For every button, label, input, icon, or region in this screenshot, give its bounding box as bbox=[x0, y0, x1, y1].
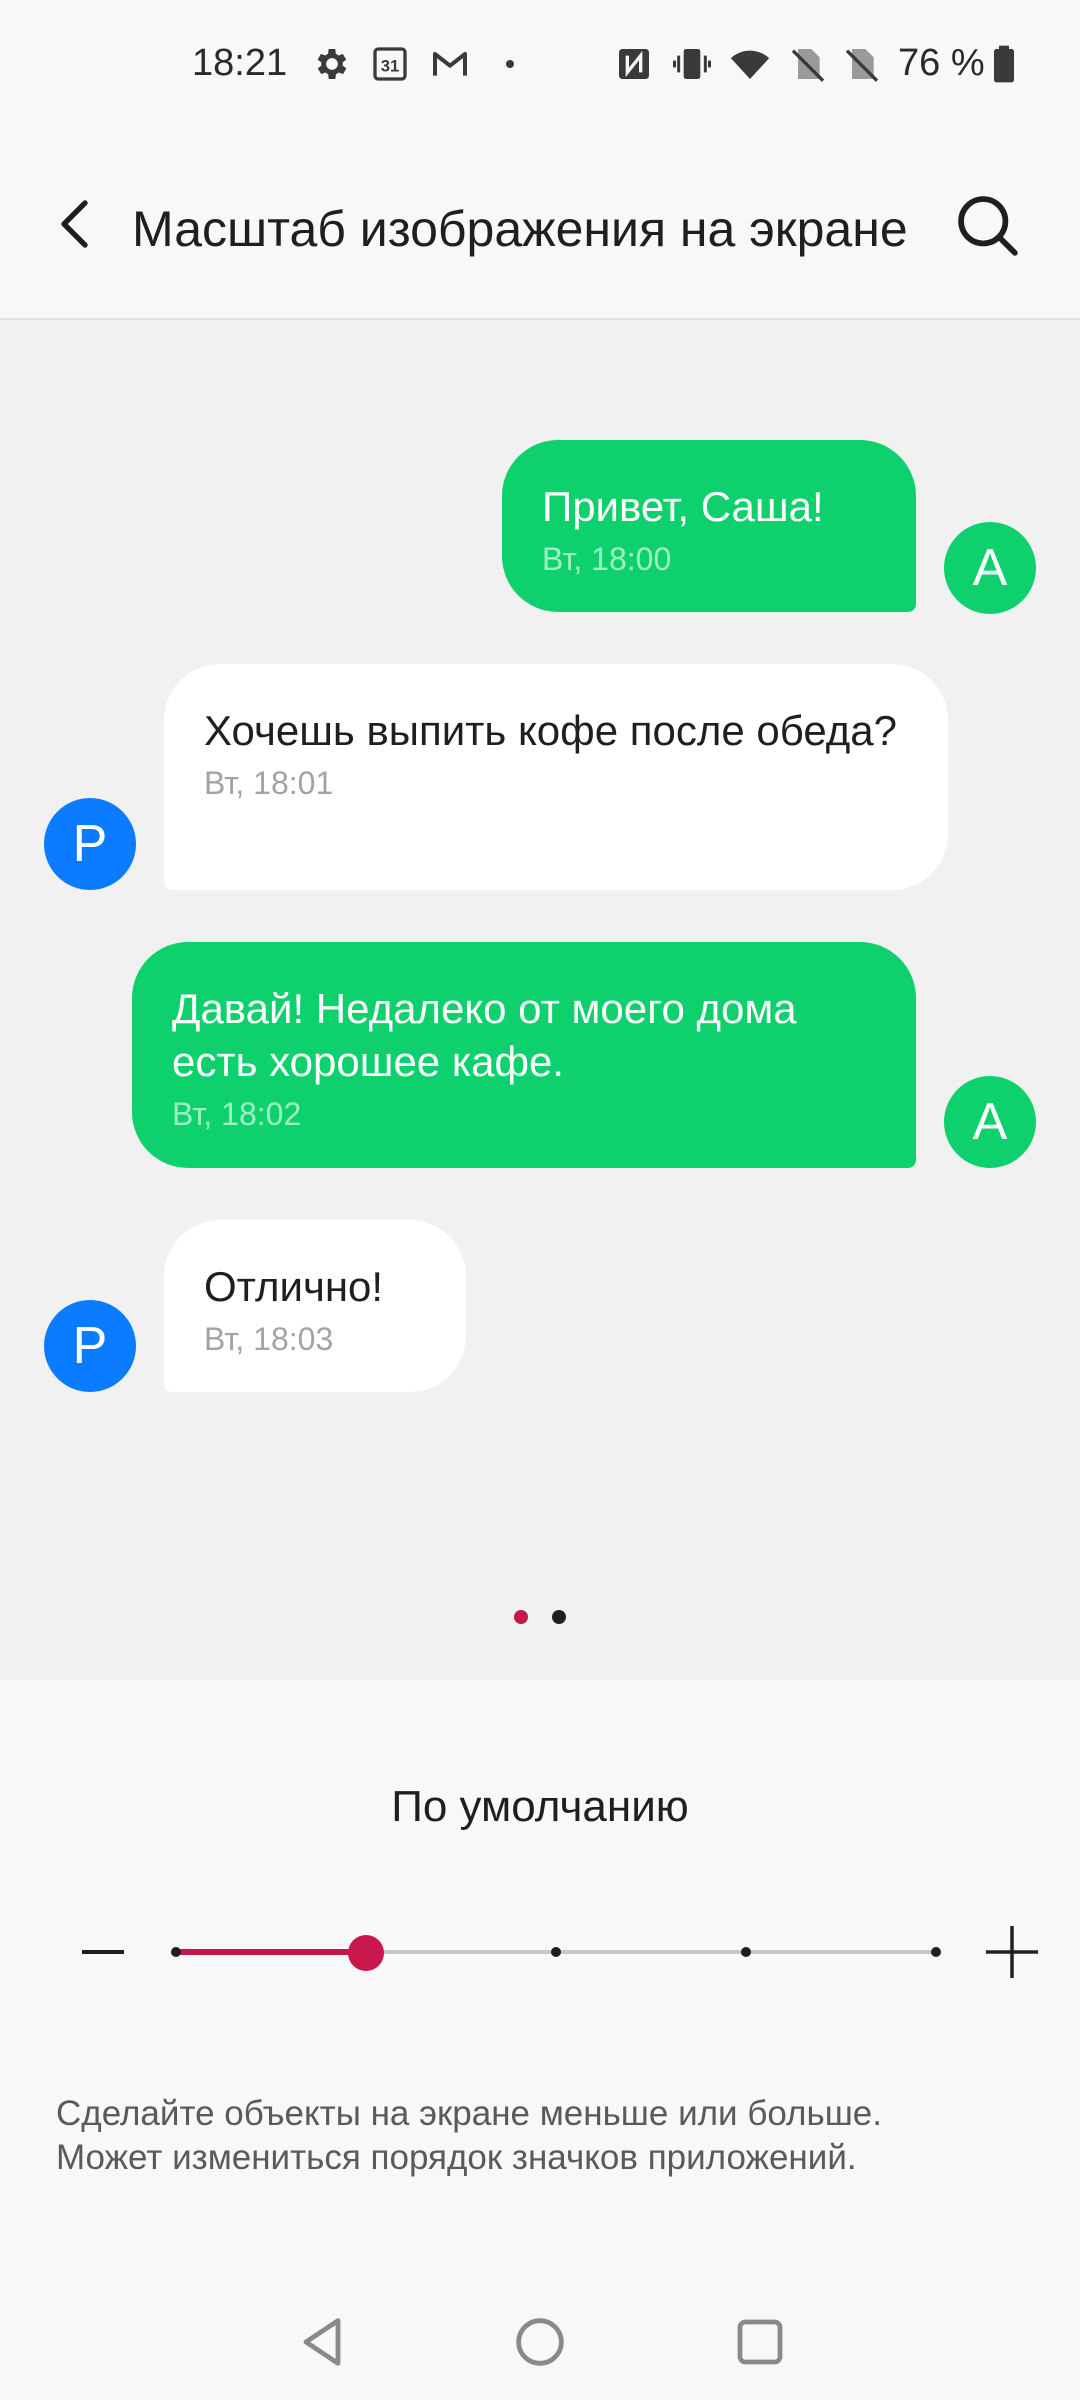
page-title: Масштаб изображения на экране bbox=[132, 201, 908, 257]
message-bubble-incoming: Отлично! Вт, 18:03 bbox=[164, 1220, 466, 1392]
nav-home-icon[interactable] bbox=[508, 2310, 572, 2374]
avatar: P bbox=[44, 1300, 136, 1392]
slider-tick[interactable] bbox=[171, 1947, 181, 1957]
nfc-icon bbox=[619, 49, 649, 79]
description-line: Сделайте объекты на экране меньше или бо… bbox=[56, 2094, 882, 2133]
no-sim-icon bbox=[791, 49, 825, 82]
no-sim-icon bbox=[845, 49, 879, 82]
message-text: Отлично! bbox=[204, 1263, 384, 1310]
back-arrow-icon[interactable] bbox=[40, 188, 112, 260]
vibrate-icon bbox=[673, 49, 711, 79]
app-bar: Масштаб изображения на экране bbox=[0, 130, 1080, 320]
size-level-label: По умолчанию bbox=[391, 1782, 689, 1831]
battery-percent: 76 % bbox=[898, 42, 985, 84]
message-bubble-outgoing: Привет, Саша! Вт, 18:00 bbox=[502, 440, 916, 612]
dot-icon bbox=[506, 60, 514, 68]
description-line: Может измениться порядок значков приложе… bbox=[56, 2138, 857, 2177]
message-text: Хочешь выпить кофе после обеда? bbox=[204, 707, 897, 754]
preview-area[interactable]: Привет, Саша! Вт, 18:00 A Хочешь выпить … bbox=[0, 320, 1080, 1680]
plus-icon[interactable] bbox=[982, 1922, 1042, 1982]
navigation-bar bbox=[0, 2280, 1080, 2400]
slider-track-fill bbox=[176, 1949, 366, 1955]
description-text: Сделайте объекты на экране меньше или бо… bbox=[56, 2092, 1036, 2180]
page-dot-active[interactable] bbox=[514, 1610, 528, 1624]
minus-icon[interactable] bbox=[78, 1922, 128, 1982]
nav-recents-icon[interactable] bbox=[728, 2310, 792, 2374]
status-time: 18:21 bbox=[192, 42, 288, 84]
message-time: Вт, 18:01 bbox=[204, 765, 334, 801]
avatar: P bbox=[44, 798, 136, 890]
message-time: Вт, 18:00 bbox=[542, 541, 672, 577]
size-slider[interactable] bbox=[171, 1935, 941, 1971]
message-time: Вт, 18:02 bbox=[172, 1096, 302, 1132]
status-bar: 18:21 31 76 % bbox=[0, 0, 1080, 130]
battery-icon bbox=[994, 45, 1014, 83]
avatar: A bbox=[944, 1076, 1036, 1168]
avatar: A bbox=[944, 522, 1036, 614]
calendar-day: 31 bbox=[381, 57, 400, 76]
search-icon[interactable] bbox=[950, 188, 1026, 264]
page-dot[interactable] bbox=[552, 1610, 566, 1624]
slider-tick[interactable] bbox=[931, 1947, 941, 1957]
nav-back-icon[interactable] bbox=[290, 2310, 354, 2374]
calendar-icon: 31 bbox=[373, 47, 407, 81]
message-text: Привет, Саша! bbox=[542, 483, 824, 530]
slider-tick[interactable] bbox=[551, 1947, 561, 1957]
message-bubble-outgoing: Давай! Недалеко от моего дома есть хорош… bbox=[132, 942, 916, 1168]
gmail-icon bbox=[433, 52, 467, 76]
message-text: Давай! Недалеко от моего дома есть хорош… bbox=[172, 985, 797, 1085]
slider-tick[interactable] bbox=[741, 1947, 751, 1957]
gear-icon bbox=[317, 49, 347, 79]
slider-thumb[interactable] bbox=[348, 1935, 384, 1971]
message-time: Вт, 18:03 bbox=[204, 1321, 334, 1357]
wifi-icon bbox=[730, 50, 770, 79]
message-bubble-incoming: Хочешь выпить кофе после обеда? Вт, 18:0… bbox=[164, 664, 948, 890]
